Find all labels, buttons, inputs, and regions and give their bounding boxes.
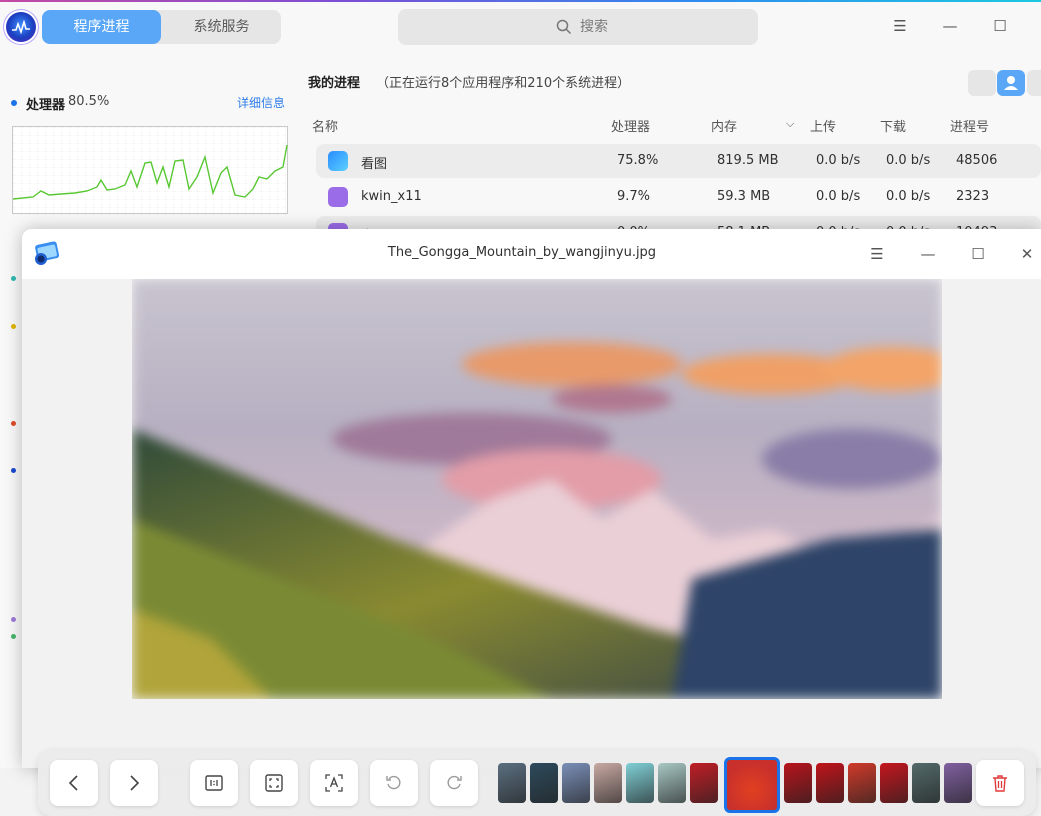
menu-icon[interactable]: ☰ (888, 14, 912, 38)
previous-button[interactable] (50, 760, 98, 806)
col-name[interactable]: 名称 (312, 116, 338, 135)
image-viewer-app-icon (328, 151, 348, 171)
proc-download: 0.0 b/s (886, 153, 931, 168)
thumbnail[interactable] (690, 763, 718, 803)
gear-app-icon (328, 187, 348, 207)
table-row[interactable]: 看图 75.8% 819.5 MB 0.0 b/s 0.0 b/s 48506 (316, 144, 1041, 178)
proc-download: 0.0 b/s (886, 189, 931, 204)
cpu-detail-link[interactable]: 详细信息 (237, 94, 285, 111)
thumbnail[interactable] (498, 763, 526, 803)
rotate-left-icon (386, 775, 401, 790)
fit-window-icon (265, 774, 283, 792)
search-placeholder: 搜索 (580, 19, 608, 35)
processes-title: 我的进程 (308, 76, 361, 91)
col-memory[interactable]: 内存 (711, 116, 737, 135)
image-viewer-window: The_Gongga_Mountain_by_wangjinyu.jpg ☰ —… (22, 229, 1041, 816)
proc-name: kwin_x11 (361, 189, 422, 204)
menu-icon[interactable]: ☰ (865, 242, 889, 266)
sm-accent-line (0, 0, 1041, 2)
fit-window-button[interactable] (250, 760, 298, 806)
minimize-icon[interactable]: — (938, 14, 962, 38)
tab-processes[interactable]: 程序进程 (42, 10, 161, 44)
close-icon[interactable]: ✕ (1015, 242, 1039, 266)
thumbnail[interactable] (816, 763, 844, 803)
cpu-panel: 处理器 80.5% 详细信息 (0, 84, 300, 234)
tab-bar: 程序进程 系统服务 (42, 10, 281, 44)
my-processes-button[interactable] (997, 70, 1025, 96)
thumbnail-selected[interactable] (724, 757, 780, 813)
system-monitor-logo-icon (6, 12, 36, 42)
app-view-button[interactable] (968, 70, 996, 96)
cpu-dot (11, 100, 17, 106)
all-processes-button[interactable] (1027, 70, 1041, 96)
legend-dot (11, 324, 16, 329)
processes-subtitle: （正在运行8个应用程序和210个系统进程） (376, 76, 631, 91)
proc-name: 看图 (361, 157, 388, 172)
original-size-icon (205, 775, 223, 791)
proc-upload: 0.0 b/s (816, 189, 861, 204)
user-icon (1004, 76, 1018, 90)
image-canvas[interactable] (22, 279, 1041, 816)
sm-titlebar: 程序进程 系统服务 搜索 ☰ — ☐ (0, 0, 1041, 52)
col-cpu[interactable]: 处理器 (611, 116, 650, 135)
cpu-chart (12, 126, 289, 215)
thumbnail[interactable] (626, 763, 654, 803)
viewer-toolbar (38, 750, 1036, 816)
thumbnail[interactable] (530, 763, 558, 803)
ocr-button[interactable] (310, 760, 358, 806)
cpu-value: 80.5% (68, 94, 110, 109)
delete-icon (993, 775, 1007, 792)
maximize-icon[interactable]: ☐ (966, 242, 990, 266)
proc-cpu: 9.7% (617, 189, 651, 204)
rotate-left-button[interactable] (370, 760, 418, 806)
minimize-icon[interactable]: — (916, 242, 940, 266)
next-icon (130, 775, 140, 791)
legend-dot (11, 421, 16, 426)
search-icon (556, 19, 572, 35)
sort-chevron-down-icon: ⌵ (786, 117, 795, 130)
proc-cpu: 75.8% (617, 153, 659, 168)
legend-dot (11, 634, 16, 639)
original-size-button[interactable] (190, 760, 238, 806)
rotate-right-icon (447, 775, 462, 790)
col-upload[interactable]: 上传 (810, 116, 836, 135)
ocr-icon (325, 774, 343, 792)
thumbnail[interactable] (912, 763, 940, 803)
proc-pid: 48506 (956, 153, 998, 168)
proc-upload: 0.0 b/s (816, 153, 861, 168)
tab-services[interactable]: 系统服务 (162, 10, 281, 44)
next-button[interactable] (110, 760, 158, 806)
thumbnail[interactable] (944, 763, 972, 803)
mountain-photo (132, 279, 942, 699)
legend-dot (11, 276, 16, 281)
thumbnail-strip (498, 757, 988, 813)
thumbnail[interactable] (594, 763, 622, 803)
previous-icon (68, 775, 78, 791)
legend-dot (11, 617, 16, 622)
proc-pid: 2323 (956, 189, 990, 204)
thumbnail[interactable] (562, 763, 590, 803)
rotate-right-button[interactable] (430, 760, 478, 806)
legend-dot (11, 468, 16, 473)
thumbnail[interactable] (784, 763, 812, 803)
proc-memory: 59.3 MB (717, 189, 771, 204)
search-input[interactable]: 搜索 (398, 9, 758, 45)
proc-memory: 819.5 MB (717, 153, 779, 168)
thumbnail[interactable] (848, 763, 876, 803)
col-download[interactable]: 下载 (880, 116, 906, 135)
iv-titlebar: The_Gongga_Mountain_by_wangjinyu.jpg ☰ —… (22, 229, 1041, 279)
maximize-icon[interactable]: ☐ (988, 14, 1012, 38)
cpu-label: 处理器 (26, 98, 66, 113)
delete-button[interactable] (976, 760, 1024, 806)
col-pid[interactable]: 进程号 (950, 116, 989, 135)
thumbnail[interactable] (880, 763, 908, 803)
table-header: 名称 处理器 内存 ⌵ 上传 下载 进程号 (306, 106, 1041, 142)
thumbnail[interactable] (658, 763, 686, 803)
table-row[interactable]: kwin_x11 9.7% 59.3 MB 0.0 b/s 0.0 b/s 23… (316, 180, 1041, 214)
